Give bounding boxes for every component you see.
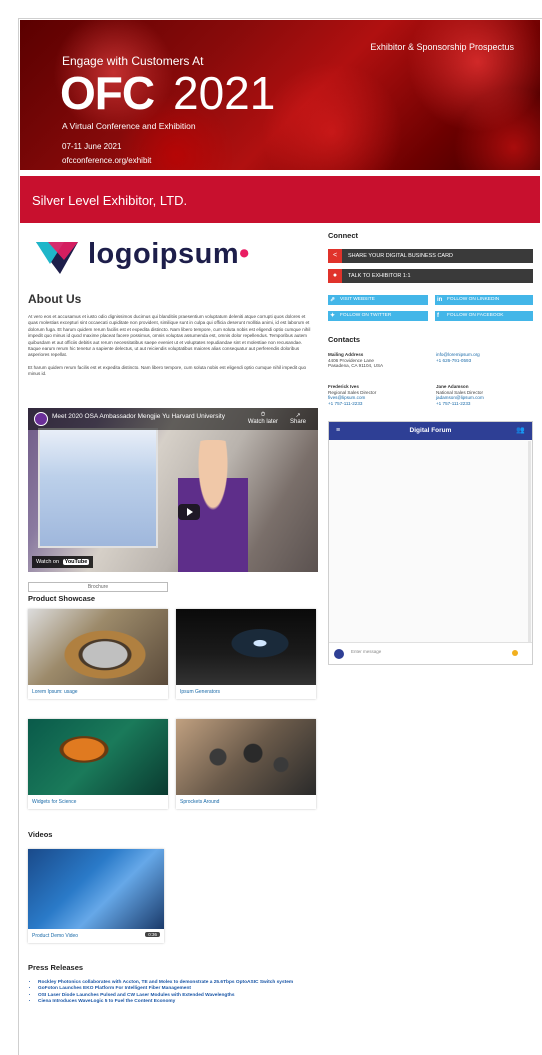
video-duration-badge: 0:36: [145, 932, 160, 937]
talk-to-exhibitor-button[interactable]: ● TALK TO EXHIBITOR 1:1: [328, 269, 533, 283]
general-contact: info@loremipsum.org +1 626-791-0593: [436, 352, 480, 363]
showcase-card[interactable]: Ipsum Generators: [176, 609, 316, 699]
press-release-list: Rockley Photonics collaborates with Acct…: [38, 980, 318, 1005]
banner-ofc-logo: OFC: [60, 67, 155, 119]
exhibitor-name-bar: Silver Level Exhibitor, LTD.: [20, 176, 540, 223]
product-showcase-title: Product Showcase: [28, 594, 96, 603]
showcase-caption[interactable]: Ipsum Generators: [176, 685, 316, 699]
press-release-link[interactable]: Rockley Photonics collaborates with Acct…: [38, 980, 318, 986]
forum-scrollbar[interactable]: [528, 441, 531, 646]
showcase-card[interactable]: Widgets for Science: [28, 719, 168, 809]
contact-email-link[interactable]: fives@lipsum.com: [328, 395, 365, 400]
video-card[interactable]: Product Demo Video 0:36: [28, 849, 164, 943]
message-input[interactable]: Enter message: [351, 649, 381, 654]
share-icon: <: [328, 249, 342, 263]
forum-compose: Enter message: [329, 642, 532, 664]
visit-website-button[interactable]: ⇗ VISIT WEBSITE: [328, 295, 428, 305]
exhibitor-name: Silver Level Exhibitor, LTD.: [32, 193, 188, 208]
twitter-icon: ✦: [330, 313, 336, 319]
forum-title: Digital Forum: [409, 427, 452, 434]
mailing-address: Mailing Address 4406 Providence Lane Pas…: [328, 352, 384, 369]
video-thumbnail: [28, 849, 164, 929]
general-phone-link[interactable]: +1 626-791-0593: [436, 358, 471, 363]
showcase-image: [28, 609, 168, 685]
youtube-video-player[interactable]: Meet 2020 OSA Ambassador Mengjie Yu Harv…: [28, 408, 318, 572]
contact-jane-adamson: Jane Adamson National Sales Director jad…: [436, 384, 484, 406]
showcase-image: [28, 719, 168, 795]
banner-dates: 07-11 June 2021: [62, 142, 122, 151]
video-poster-board: [38, 428, 158, 548]
logo-wordmark: logoipsum•: [88, 238, 250, 270]
prospectus-link[interactable]: Exhibitor & Sponsorship Prospectus: [370, 42, 514, 52]
videos-title: Videos: [28, 830, 53, 839]
showcase-image: [176, 609, 316, 685]
contact-phone-link[interactable]: +1 757-111-2233: [328, 401, 362, 406]
external-link-icon: ⇗: [330, 297, 336, 303]
watch-later-button[interactable]: ⏱ Watch later: [248, 412, 278, 425]
share-business-card-button[interactable]: < SHARE YOUR DIGITAL BUSINESS CARD: [328, 249, 533, 263]
youtube-logo-icon: YouTube: [62, 559, 90, 565]
follow-linkedin-button[interactable]: in FOLLOW ON LINKEDIN: [435, 295, 533, 305]
showcase-card[interactable]: Lorem Ipsum: usage: [28, 609, 168, 699]
contact-phone-link[interactable]: +1 757-111-2233: [436, 401, 470, 406]
chat-bubble-icon: ●: [328, 269, 342, 283]
share-button[interactable]: ↗ Share: [290, 412, 306, 425]
video-title[interactable]: Meet 2020 OSA Ambassador Mengjie Yu Harv…: [52, 413, 225, 420]
watch-on-youtube-button[interactable]: Watch on YouTube: [32, 556, 94, 568]
people-icon[interactable]: 👥: [516, 422, 525, 440]
follow-facebook-button[interactable]: f FOLLOW ON FACEBOOK: [435, 311, 533, 321]
forum-header: ≡ Digital Forum 👥: [329, 422, 532, 440]
contact-email-link[interactable]: jadamson@lipsum.com: [436, 395, 484, 400]
press-release-link[interactable]: GoFoton Launches EKO Platform For Intell…: [38, 986, 318, 992]
press-release-link[interactable]: Ciena Introduces WaveLogic 5 to Fuel the…: [38, 999, 318, 1005]
follow-twitter-button[interactable]: ✦ FOLLOW ON TWITTER: [328, 311, 428, 321]
emoji-icon[interactable]: [512, 650, 518, 656]
channel-avatar-icon[interactable]: [34, 412, 48, 426]
banner-year: 2021: [173, 67, 276, 119]
linkedin-icon: in: [437, 297, 443, 303]
video-caption[interactable]: Product Demo Video 0:36: [28, 929, 164, 943]
about-title: About Us: [28, 292, 82, 306]
logo-mark-icon: [36, 242, 78, 274]
about-paragraph-2: Et harum quidem rerum facilis est et exp…: [28, 364, 307, 377]
banner-engage-text: Engage with Customers At: [62, 54, 204, 68]
about-text: At vero eos et accusamus et iusto odio d…: [28, 314, 316, 378]
about-paragraph-1: At vero eos et accusamus et iusto odio d…: [28, 314, 311, 358]
exhibitor-logo: logoipsum•: [28, 230, 268, 284]
hero-banner: Exhibitor & Sponsorship Prospectus Engag…: [20, 20, 540, 170]
digital-forum-widget: ≡ Digital Forum 👥 Enter message: [328, 421, 533, 665]
facebook-icon: f: [437, 313, 439, 319]
press-releases-title: Press Releases: [28, 963, 84, 972]
contact-frederick-ives: Frederick Ives Regional Sales Director f…: [328, 384, 377, 406]
showcase-caption[interactable]: Lorem Ipsum: usage: [28, 685, 168, 699]
showcase-image: [176, 719, 316, 795]
brochure-button[interactable]: Brochure: [28, 582, 168, 592]
banner-tagline: A Virtual Conference and Exhibition: [62, 121, 196, 131]
user-avatar: [334, 649, 344, 659]
press-release-link[interactable]: OSI Laser Diode Launches Pulsed and CW L…: [38, 993, 318, 999]
showcase-caption[interactable]: Sprockets Around: [176, 795, 316, 809]
connect-title: Connect: [328, 231, 358, 240]
showcase-card[interactable]: Sprockets Around: [176, 719, 316, 809]
showcase-caption[interactable]: Widgets for Science: [28, 795, 168, 809]
menu-icon[interactable]: ≡: [336, 422, 340, 440]
banner-url[interactable]: ofcconference.org/exhibit: [62, 156, 151, 165]
general-email-link[interactable]: info@loremipsum.org: [436, 352, 480, 357]
play-icon[interactable]: [178, 504, 200, 520]
contacts-title: Contacts: [328, 335, 361, 344]
